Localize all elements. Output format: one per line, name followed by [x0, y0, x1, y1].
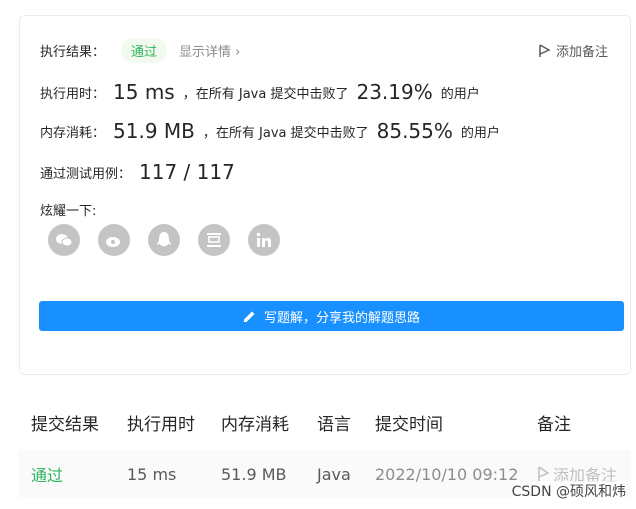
header-language: 语言: [317, 414, 351, 435]
qq-icon[interactable]: [148, 224, 180, 256]
write-solution-button[interactable]: 写题解，分享我的解题思路: [39, 301, 624, 331]
douban-icon[interactable]: [198, 224, 230, 256]
row-memory: 51.9 MB: [221, 464, 287, 484]
share-row: 炫耀一下:: [40, 200, 96, 219]
watermark: CSDN @硕风和炜: [511, 481, 626, 501]
memory-suffix: 的用户: [460, 125, 500, 141]
header-result: 提交结果: [31, 414, 99, 435]
write-solution-label: 写题解，分享我的解题思路: [263, 310, 420, 326]
wechat-icon[interactable]: [48, 224, 80, 256]
share-icons: [48, 224, 280, 256]
header-memory: 内存消耗: [221, 414, 289, 435]
memory-mid-text: ，在所有 Java 提交中击败了: [202, 125, 369, 141]
runtime-value: 15 ms: [113, 80, 175, 104]
flag-icon: [538, 466, 549, 481]
add-note-button[interactable]: 添加备注: [538, 41, 608, 60]
runtime-label: 执行用时：: [40, 86, 106, 102]
header-time: 提交时间: [375, 414, 443, 435]
header-runtime: 执行用时: [127, 414, 195, 435]
add-note-label: 添加备注: [555, 45, 608, 60]
result-row: 执行结果： 通过 显示详情 ›: [40, 38, 240, 63]
row-language: Java: [317, 464, 351, 484]
result-card: 执行结果： 通过 显示详情 › 添加备注 执行用时： 15 ms ，在所有 Ja…: [19, 15, 631, 375]
runtime-suffix: 的用户: [440, 86, 480, 102]
result-label: 执行结果：: [40, 45, 106, 60]
runtime-percent: 23.19%: [356, 80, 433, 104]
flag-icon: [539, 43, 550, 57]
row-time: 2022/10/10 09:12: [375, 464, 519, 484]
tests-value: 117 / 117: [139, 160, 235, 184]
header-note: 备注: [537, 414, 571, 435]
memory-value: 51.9 MB: [113, 119, 195, 143]
table-header: 提交结果 执行用时 内存消耗 语言 提交时间 备注: [19, 394, 631, 451]
memory-percent: 85.55%: [376, 119, 453, 143]
row-runtime: 15 ms: [127, 464, 177, 484]
show-details-link[interactable]: 显示详情 ›: [179, 41, 240, 60]
runtime-row: 执行用时： 15 ms ，在所有 Java 提交中击败了 23.19% 的用户: [40, 80, 480, 104]
memory-row: 内存消耗： 51.9 MB ，在所有 Java 提交中击败了 85.55% 的用…: [40, 119, 500, 143]
tests-row: 通过测试用例： 117 / 117: [40, 160, 243, 184]
memory-label: 内存消耗：: [40, 125, 106, 141]
runtime-mid-text: ，在所有 Java 提交中击败了: [182, 86, 349, 102]
pencil-icon: [243, 311, 255, 322]
linkedin-icon[interactable]: [248, 224, 280, 256]
share-label: 炫耀一下:: [40, 204, 97, 219]
tests-label: 通过测试用例：: [40, 166, 132, 182]
status-badge: 通过: [121, 38, 168, 63]
row-status-link[interactable]: 通过: [31, 462, 63, 486]
weibo-icon[interactable]: [98, 224, 130, 256]
